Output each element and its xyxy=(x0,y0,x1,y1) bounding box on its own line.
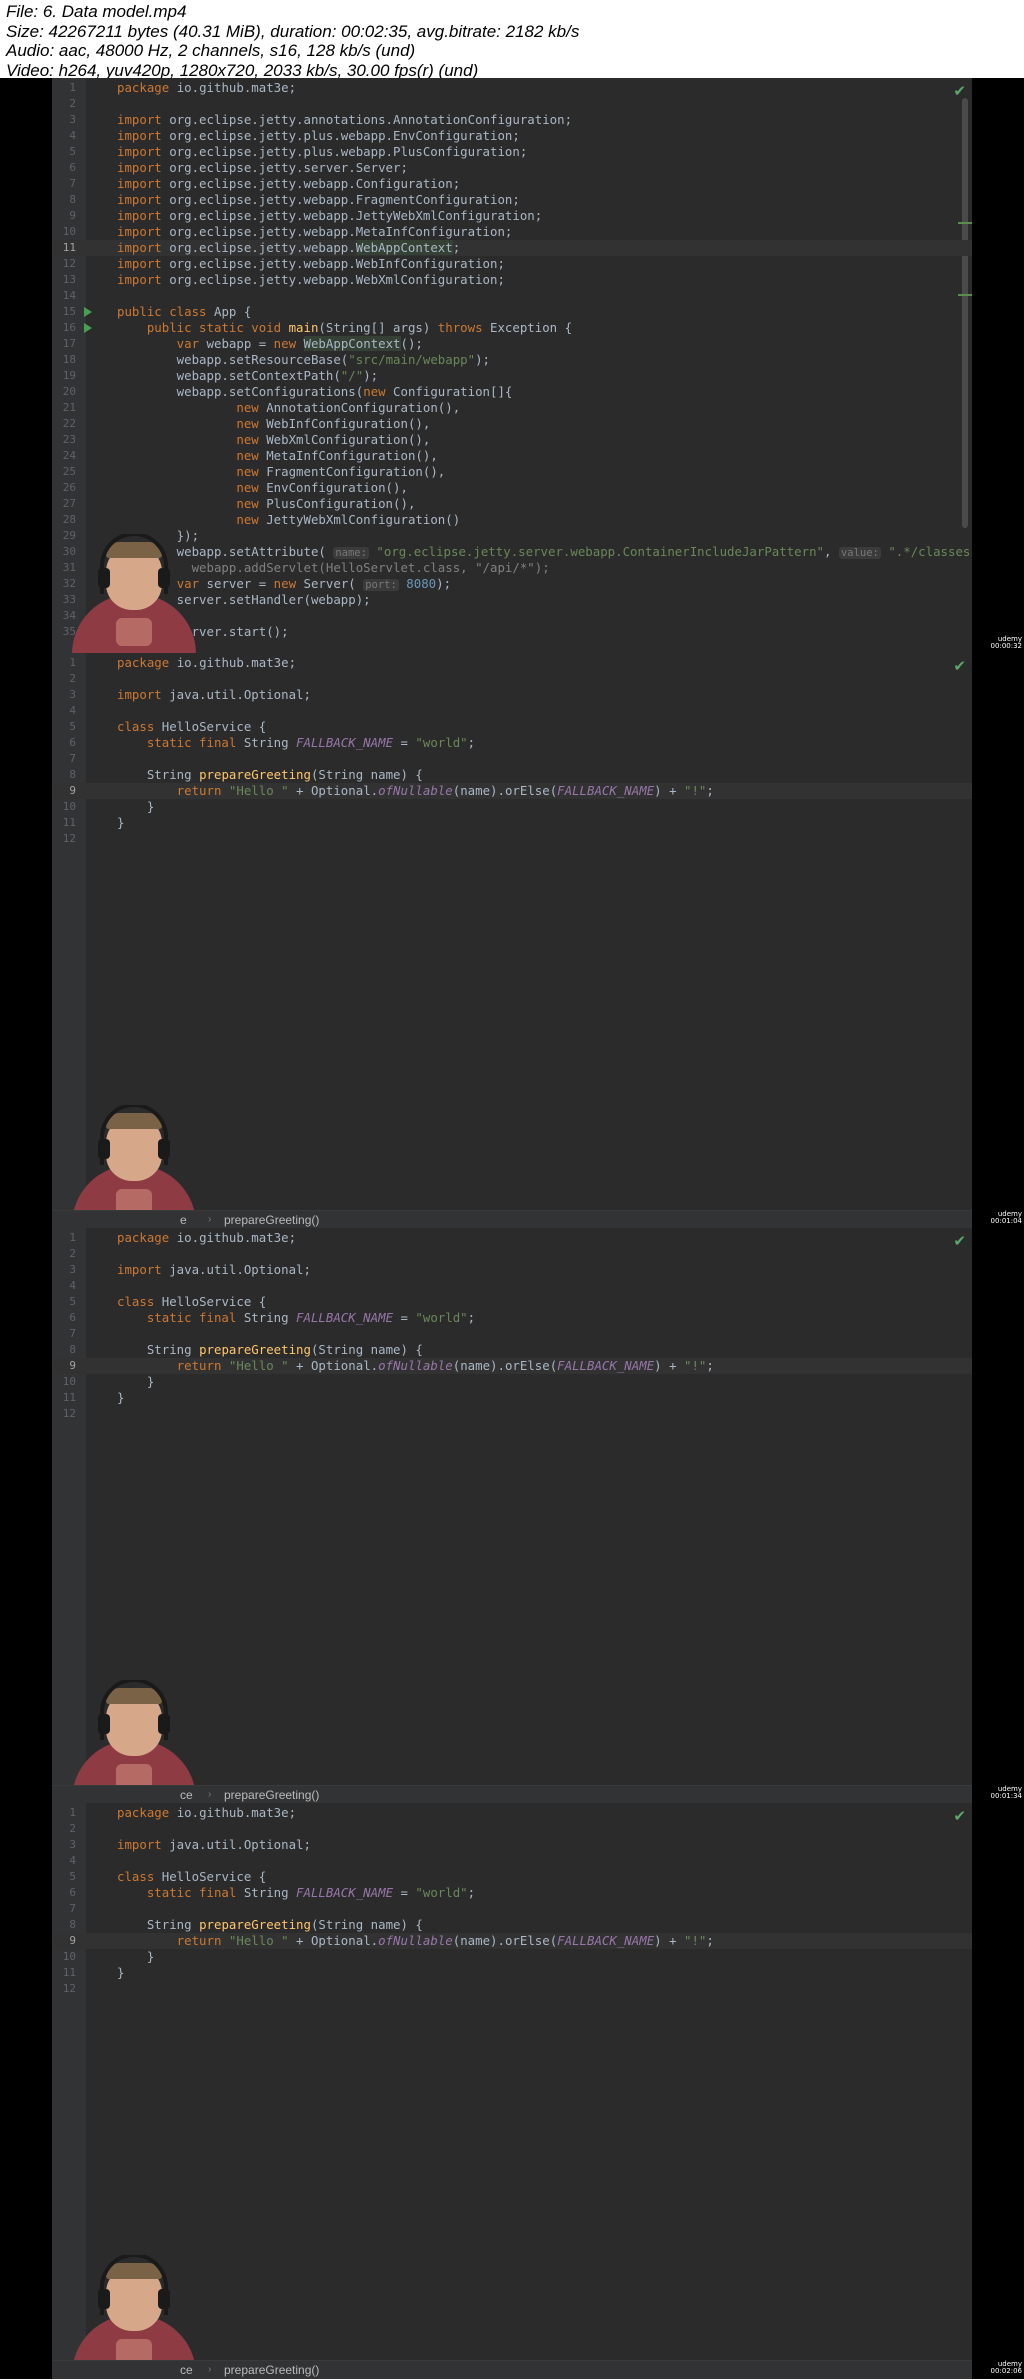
code-line: 7 xyxy=(69,1902,76,1915)
code-line-current: 9 return "Hello " + Optional.ofNullable(… xyxy=(52,1933,972,1949)
breadcrumb: ce › prepareGreeting() xyxy=(52,1785,972,1804)
code-line: 11} xyxy=(62,1965,125,1980)
code-line: 14 xyxy=(62,289,76,302)
code-line: 17 var webapp = new WebAppContext(); xyxy=(62,336,423,351)
code-line: 3 import org.eclipse.jetty.annotations.An… xyxy=(69,112,573,127)
code-line: 4 xyxy=(69,1279,76,1292)
breadcrumb-method[interactable]: prepareGreeting() xyxy=(224,1786,319,1804)
code-line: 28 new JettyWebXmlConfiguration() xyxy=(62,512,461,527)
timestamp-badge: udemy 00:01:34 xyxy=(990,1785,1022,1800)
code-line: 22 new WebInfConfiguration(), xyxy=(62,416,431,431)
code-line: 12 xyxy=(62,1407,76,1420)
code-line: 3 import java.util.Optional; xyxy=(69,687,311,702)
code-line: 8 String prepareGreeting(String name) { xyxy=(69,1342,423,1357)
code-editor: ✔ 1 package io.github.mat3e; 2 3 import ja… xyxy=(52,1228,972,1804)
presenter-webcam xyxy=(72,2255,202,2375)
code-line: 18 webapp.setResourceBase("src/main/weba… xyxy=(62,352,491,367)
presenter-webcam xyxy=(72,534,202,654)
code-line: 1 package io.github.mat3e; xyxy=(69,80,297,95)
code-line: 25 new FragmentConfiguration(), xyxy=(62,464,446,479)
timestamp-badge: udemy 00:01:04 xyxy=(990,1210,1022,1225)
timestamp-badge: udemy 00:00:32 xyxy=(990,635,1022,650)
code-line: 1 package io.github.mat3e; xyxy=(69,1805,297,1820)
code-line-current: 11 import org.eclipse.jetty.webapp.WebApp… xyxy=(52,240,972,256)
breadcrumb: ce › prepareGreeting() xyxy=(52,2360,972,2379)
chevron-right-icon: › xyxy=(208,1789,212,1800)
video-frame-2: ✔ 1 package io.github.mat3e; 2 3 import ja… xyxy=(0,653,1024,1229)
code-line: 20 webapp.setConfigurations(new Configur… xyxy=(62,384,513,399)
breadcrumb-class[interactable]: ce xyxy=(180,1786,193,1804)
code-line: 15 public class App { xyxy=(62,304,252,319)
breadcrumb: e › prepareGreeting() xyxy=(52,1210,972,1229)
code-line: 27 new PlusConfiguration(), xyxy=(62,496,416,511)
run-class-icon[interactable] xyxy=(84,307,92,317)
code-line: 23 new WebXmlConfiguration(), xyxy=(62,432,431,447)
code-line-current: 9 return "Hello " + Optional.ofNullable(… xyxy=(52,1358,972,1374)
code-line: 5 class HelloService { xyxy=(69,1294,267,1309)
presenter-webcam xyxy=(72,1680,202,1800)
code-editor: ✔ 1 package io.github.mat3e; 2 3 import ja… xyxy=(52,653,972,1229)
code-line: 6 import org.eclipse.jetty.server.Server; xyxy=(69,160,408,175)
code-line: 2 xyxy=(69,1247,76,1260)
run-main-icon[interactable] xyxy=(84,323,92,333)
file-name-line: File: 6. Data model.mp4 xyxy=(6,2,187,21)
video-frame-4: ✔ 1 package io.github.mat3e; 2 3 import ja… xyxy=(0,1803,1024,2379)
video-frame-1: ✔ 1 package io.github.mat3e; 2 3 import or… xyxy=(0,78,1024,654)
code-line: 7 xyxy=(69,752,76,765)
code-line: 2 xyxy=(69,97,76,110)
code-line: 24 new MetaInfConfiguration(), xyxy=(62,448,438,463)
code-line: 8 String prepareGreeting(String name) { xyxy=(69,767,423,782)
code-line: 7 import org.eclipse.jetty.webapp.Configu… xyxy=(69,176,461,191)
video-frame-3: ✔ 1 package io.github.mat3e; 2 3 import ja… xyxy=(0,1228,1024,1804)
code-line: 1 package io.github.mat3e; xyxy=(69,1230,297,1245)
code-line: 7 xyxy=(69,1327,76,1340)
code-line: 11} xyxy=(62,1390,125,1405)
code-editor: ✔ 1 package io.github.mat3e; 2 3 import ja… xyxy=(52,1803,972,2379)
code-line: 5 import org.eclipse.jetty.plus.webapp.Pl… xyxy=(69,144,528,159)
code-line: 5 class HelloService { xyxy=(69,1869,267,1884)
breadcrumb-class[interactable]: e xyxy=(180,1211,187,1229)
code-line: 4 import org.eclipse.jetty.plus.webapp.En… xyxy=(69,128,520,143)
code-line: 10 } xyxy=(62,1949,155,1964)
code-line: 6 static final String FALLBACK_NAME = "w… xyxy=(69,1885,476,1900)
code-line: 10 import org.eclipse.jetty.webapp.MetaIn… xyxy=(62,224,513,239)
code-line: 8 import org.eclipse.jetty.webapp.Fragmen… xyxy=(69,192,520,207)
code-line: 10 } xyxy=(62,799,155,814)
code-line-current: 9 return "Hello " + Optional.ofNullable(… xyxy=(52,783,972,799)
code-line: 2 xyxy=(69,672,76,685)
code-editor: ✔ 1 package io.github.mat3e; 2 3 import or… xyxy=(52,78,972,654)
code-line: 3 import java.util.Optional; xyxy=(69,1262,311,1277)
code-line: 4 xyxy=(69,704,76,717)
presenter-webcam xyxy=(72,1105,202,1225)
code-line: 12 xyxy=(62,1982,76,1995)
chevron-right-icon: › xyxy=(208,2364,212,2375)
code-line: 9 import org.eclipse.jetty.webapp.JettyWe… xyxy=(69,208,543,223)
code-line: 21 new AnnotationConfiguration(), xyxy=(62,400,461,415)
breadcrumb-class[interactable]: ce xyxy=(180,2361,193,2379)
code-line: 6 static final String FALLBACK_NAME = "w… xyxy=(69,1310,476,1325)
breadcrumb-method[interactable]: prepareGreeting() xyxy=(224,2361,319,2379)
code-line: 16 public static void main(String[] args… xyxy=(62,320,573,335)
code-line: 12 import org.eclipse.jetty.webapp.WebInf… xyxy=(62,256,505,271)
chevron-right-icon: › xyxy=(208,1214,212,1225)
audio-line: Audio: aac, 48000 Hz, 2 channels, s16, 1… xyxy=(6,41,416,60)
code-line: 3 import java.util.Optional; xyxy=(69,1837,311,1852)
code-line: 10 } xyxy=(62,1374,155,1389)
video-info-header: File: 6. Data model.mp4 Size: 42267211 b… xyxy=(0,0,1024,80)
timestamp-badge: udemy 00:02:06 xyxy=(990,2360,1022,2375)
code-line: 6 static final String FALLBACK_NAME = "w… xyxy=(69,735,476,750)
code-line: 26 new EnvConfiguration(), xyxy=(62,480,408,495)
code-line: 12 xyxy=(62,832,76,845)
code-line: 1 package io.github.mat3e; xyxy=(69,655,297,670)
code-line: 8 String prepareGreeting(String name) { xyxy=(69,1917,423,1932)
breadcrumb-method[interactable]: prepareGreeting() xyxy=(224,1211,319,1229)
code-line: 2 xyxy=(69,1822,76,1835)
code-line: 5 class HelloService { xyxy=(69,719,267,734)
code-line: 11} xyxy=(62,815,125,830)
size-line: Size: 42267211 bytes (40.31 MiB), durati… xyxy=(6,21,580,41)
code-line: 4 xyxy=(69,1854,76,1867)
code-line: 13 import org.eclipse.jetty.webapp.WebXml… xyxy=(62,272,505,287)
code-line: 19 webapp.setContextPath("/"); xyxy=(62,368,379,383)
